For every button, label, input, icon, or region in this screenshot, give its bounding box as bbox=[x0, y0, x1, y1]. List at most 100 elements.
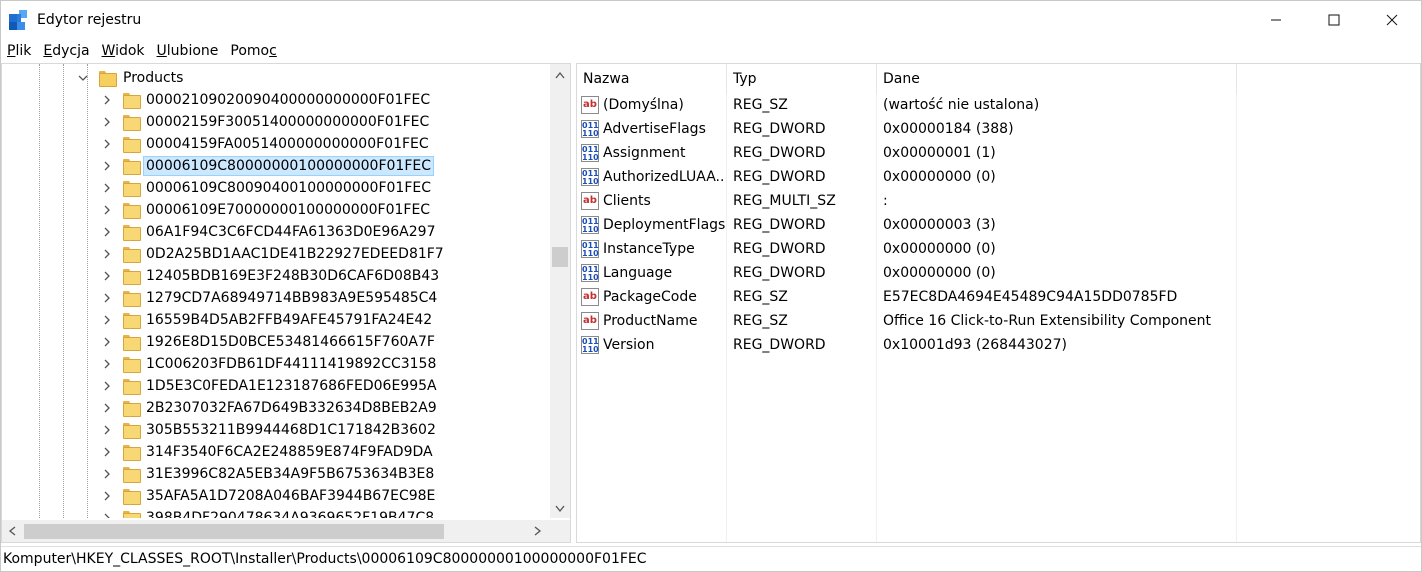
chevron-right-icon[interactable] bbox=[100, 397, 114, 419]
chevron-right-icon[interactable] bbox=[100, 419, 114, 441]
tree-vertical-scrollbar[interactable] bbox=[550, 64, 570, 518]
tree-node-label: 398B4DF290478634A9369652F19B47C8 bbox=[146, 510, 435, 518]
tree-node[interactable]: 314F3540F6CA2E248859E874F9FAD9DA bbox=[2, 441, 550, 463]
scroll-thumb[interactable] bbox=[24, 524, 444, 539]
chevron-right-icon[interactable] bbox=[100, 331, 114, 353]
tree-node-label: 16559B4D5AB2FFB49AFE45791FA24E42 bbox=[146, 312, 433, 328]
tree-horizontal-scrollbar[interactable] bbox=[2, 520, 550, 542]
value-name: (Domyślna) bbox=[603, 97, 684, 113]
tree-node[interactable]: 0D2A25BD1AAC1DE41B22927EDEED81F7 bbox=[2, 243, 550, 265]
column-header-name[interactable]: Nazwa bbox=[577, 64, 727, 94]
value-name: Clients bbox=[603, 193, 651, 209]
value-row[interactable]: 011 110 Language REG_DWORD 0x00000000 (0) bbox=[577, 261, 1237, 285]
regedit-window: Edytor rejestru Plik Edycja Widok Ulubio… bbox=[0, 0, 1422, 572]
scroll-down-icon[interactable] bbox=[550, 500, 570, 518]
value-name: AdvertiseFlags bbox=[603, 121, 706, 137]
folder-icon bbox=[123, 93, 141, 109]
scrollbar-corner bbox=[550, 520, 570, 542]
value-data: 0x00000000 (0) bbox=[883, 241, 996, 257]
chevron-right-icon[interactable] bbox=[100, 177, 114, 199]
scroll-thumb[interactable] bbox=[552, 247, 568, 267]
chevron-right-icon[interactable] bbox=[100, 199, 114, 221]
folder-icon bbox=[123, 511, 141, 518]
tree-node[interactable]: 16559B4D5AB2FFB49AFE45791FA24E42 bbox=[2, 309, 550, 331]
value-name: PackageCode bbox=[603, 289, 697, 305]
tree-node[interactable]: 06A1F94C3C6FCD44FA61363D0E96A297 bbox=[2, 221, 550, 243]
tree-node[interactable]: 00006109C80000000100000000F01FEC bbox=[2, 155, 550, 177]
chevron-right-icon[interactable] bbox=[100, 441, 114, 463]
tree-node-label: 00006109E70000000100000000F01FEC bbox=[146, 202, 431, 218]
value-row[interactable]: ab (Domyślna) REG_SZ (wartość nie ustalona) bbox=[577, 93, 1237, 117]
value-row[interactable]: 011 110 AuthorizedLUAA... REG_DWORD 0x000000… bbox=[577, 165, 1237, 189]
value-data: 0x00000000 (0) bbox=[883, 265, 996, 281]
scroll-left-icon[interactable] bbox=[2, 520, 22, 542]
value-row[interactable]: ab ProductName REG_SZ Office 16 Click-to-Ru… bbox=[577, 309, 1237, 333]
value-name: Assignment bbox=[603, 145, 686, 161]
chevron-right-icon[interactable] bbox=[100, 375, 114, 397]
menu-ulubione[interactable]: Ulubione bbox=[151, 43, 225, 59]
folder-icon bbox=[123, 335, 141, 351]
chevron-right-icon[interactable] bbox=[100, 353, 114, 375]
menu-edycja[interactable]: Edycja bbox=[37, 43, 95, 59]
value-row[interactable]: 011 110 DeploymentFlags REG_DWORD 0x00000003… bbox=[577, 213, 1237, 237]
chevron-right-icon[interactable] bbox=[100, 133, 114, 155]
value-name: Language bbox=[603, 265, 673, 281]
chevron-right-icon[interactable] bbox=[100, 287, 114, 309]
folder-open-icon bbox=[99, 71, 117, 87]
maximize-button[interactable] bbox=[1305, 1, 1363, 39]
string-value-icon: ab bbox=[581, 312, 599, 330]
tree-node[interactable]: 00006109E70000000100000000F01FEC bbox=[2, 199, 550, 221]
tree-node[interactable]: 00004159FA0051400000000000F01FEC bbox=[2, 133, 550, 155]
minimize-button[interactable] bbox=[1247, 1, 1305, 39]
folder-icon bbox=[123, 269, 141, 285]
chevron-right-icon[interactable] bbox=[100, 507, 114, 518]
scroll-up-icon[interactable] bbox=[550, 66, 570, 84]
tree-node[interactable]: 31E3996C82A5EB34A9F5B6753634B3E8 bbox=[2, 463, 550, 485]
close-button[interactable] bbox=[1363, 1, 1421, 39]
value-row[interactable]: 011 110 AdvertiseFlags REG_DWORD 0x00000184 … bbox=[577, 117, 1237, 141]
chevron-right-icon[interactable] bbox=[100, 265, 114, 287]
chevron-right-icon[interactable] bbox=[100, 485, 114, 507]
value-type: REG_DWORD bbox=[733, 169, 826, 185]
value-type: REG_DWORD bbox=[733, 337, 826, 353]
menu-plik[interactable]: Plik bbox=[1, 43, 37, 59]
menu-widok[interactable]: Widok bbox=[96, 43, 151, 59]
tree-node-label: 00006109C80000000100000000F01FEC bbox=[143, 156, 434, 176]
value-type: REG_DWORD bbox=[733, 145, 826, 161]
chevron-down-icon[interactable] bbox=[76, 67, 90, 89]
chevron-right-icon[interactable] bbox=[100, 221, 114, 243]
tree-node[interactable]: 1926E8D15D0BCE53481466615F760A7F bbox=[2, 331, 550, 353]
tree-node[interactable]: 00006109C80090400100000000F01FEC bbox=[2, 177, 550, 199]
tree-node[interactable]: 1279CD7A68949714BB983A9E595485C4 bbox=[2, 287, 550, 309]
value-name: ProductName bbox=[603, 313, 698, 329]
value-row[interactable]: 011 110 Version REG_DWORD 0x10001d93 (268443… bbox=[577, 333, 1237, 357]
tree-node[interactable]: 1C006203FDB61DF44111419892CC3158 bbox=[2, 353, 550, 375]
chevron-right-icon[interactable] bbox=[100, 89, 114, 111]
folder-icon bbox=[123, 115, 141, 131]
tree-node[interactable]: 398B4DF290478634A9369652F19B47C8 bbox=[2, 507, 550, 518]
column-header-type[interactable]: Typ bbox=[727, 64, 877, 94]
chevron-right-icon[interactable] bbox=[100, 309, 114, 331]
tree-node[interactable]: 2B2307032FA67D649B332634D8BEB2A9 bbox=[2, 397, 550, 419]
value-row[interactable]: ab PackageCode REG_SZ E57EC8DA4694E45489C94… bbox=[577, 285, 1237, 309]
tree-node-products[interactable]: Products bbox=[2, 67, 550, 89]
menu-pomoc[interactable]: Pomoc bbox=[224, 43, 282, 59]
tree-node[interactable]: 00002109020090400000000000F01FEC bbox=[2, 89, 550, 111]
scroll-right-icon[interactable] bbox=[528, 520, 548, 542]
value-row[interactable]: 011 110 InstanceType REG_DWORD 0x00000000 (0… bbox=[577, 237, 1237, 261]
chevron-right-icon[interactable] bbox=[100, 111, 114, 133]
tree-node[interactable]: 00002159F30051400000000000F01FEC bbox=[2, 111, 550, 133]
tree-node-label: 0D2A25BD1AAC1DE41B22927EDEED81F7 bbox=[146, 246, 444, 262]
chevron-right-icon[interactable] bbox=[100, 243, 114, 265]
tree-node[interactable]: 305B553211B9944468D1C171842B3602 bbox=[2, 419, 550, 441]
chevron-right-icon[interactable] bbox=[100, 155, 114, 177]
tree-node[interactable]: 1D5E3C0FEDA1E123187686FED06E995A bbox=[2, 375, 550, 397]
value-row[interactable]: 011 110 Assignment REG_DWORD 0x00000001 (1) bbox=[577, 141, 1237, 165]
value-type: REG_MULTI_SZ bbox=[733, 193, 836, 209]
value-row[interactable]: ab Clients REG_MULTI_SZ: bbox=[577, 189, 1237, 213]
column-header-data[interactable]: Dane bbox=[877, 64, 1237, 94]
string-value-icon: ab bbox=[581, 96, 599, 114]
tree-node[interactable]: 12405BDB169E3F248B30D6CAF6D08B43 bbox=[2, 265, 550, 287]
tree-node[interactable]: 35AFA5A1D7208A046BAF3944B67EC98E bbox=[2, 485, 550, 507]
chevron-right-icon[interactable] bbox=[100, 463, 114, 485]
